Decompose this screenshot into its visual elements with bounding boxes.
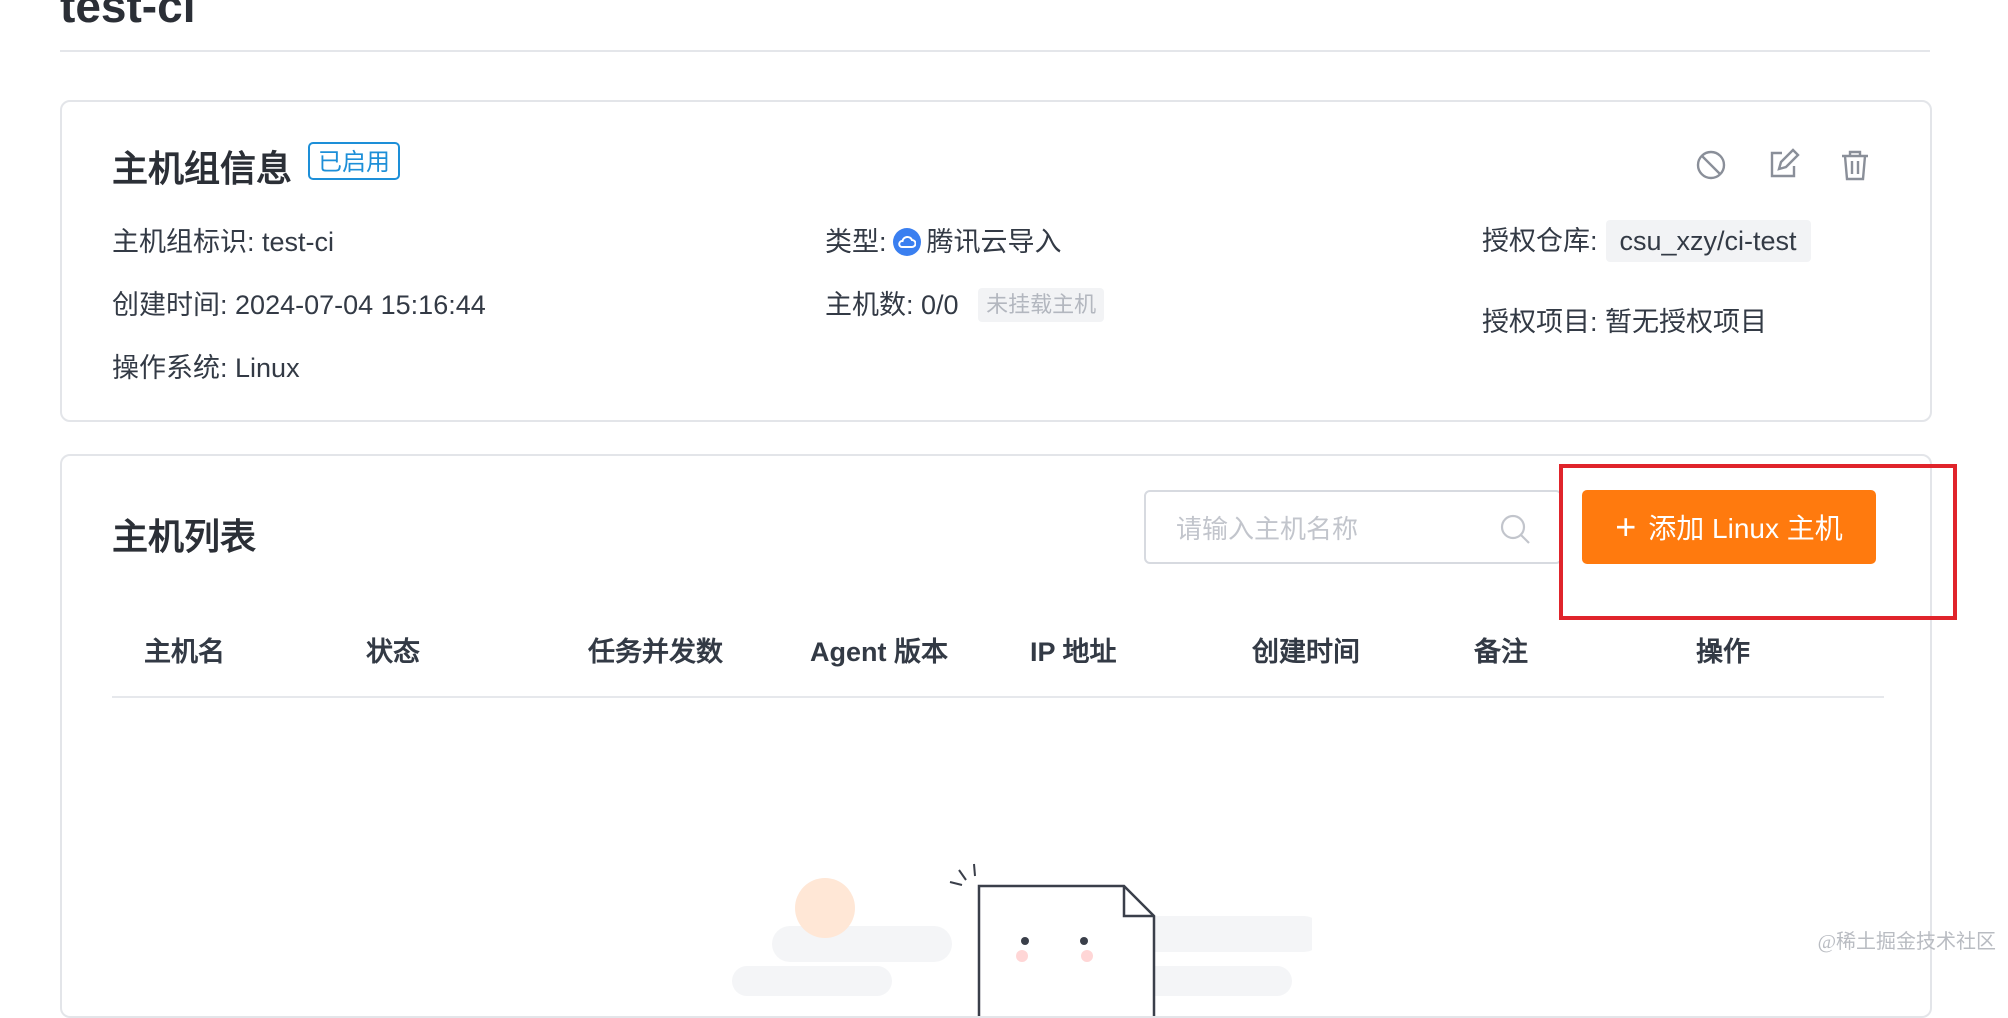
host-count-tag: 未挂载主机 xyxy=(978,288,1105,322)
repo-label: 授权仓库: xyxy=(1482,226,1598,256)
host-group-info-card: 主机组信息 已启用 主机组标识: test-ci 创建时间: 2024-07-0… xyxy=(60,100,1932,422)
title-divider xyxy=(60,50,1930,52)
info-card-title: 主机组信息 xyxy=(112,148,293,189)
os-field: 操作系统: Linux xyxy=(112,350,300,386)
tencent-cloud-icon xyxy=(892,228,921,256)
group-id-value: test-ci xyxy=(262,227,335,257)
search-input[interactable] xyxy=(1174,506,1498,552)
status-badge: 已启用 xyxy=(308,142,400,180)
highlight-box xyxy=(1559,464,1957,620)
column-header: 备注 xyxy=(1474,637,1528,667)
repo-chip: csu_xzy/ci-test xyxy=(1605,220,1811,262)
column-header: IP 地址 xyxy=(1030,637,1117,667)
host-count-value: 0/0 xyxy=(921,290,959,320)
watermark: @稀土掘金技术社区 xyxy=(1817,931,1996,953)
created-time-value: 2024-07-04 15:16:44 xyxy=(235,290,486,320)
card-actions xyxy=(1694,148,1872,182)
type-field: 类型: 腾讯云导入 xyxy=(825,224,1062,260)
column-header: 主机名 xyxy=(144,637,225,667)
project-field: 授权项目: 暂无授权项目 xyxy=(1482,304,1767,340)
edit-icon[interactable] xyxy=(1766,148,1800,182)
column-header: 状态 xyxy=(366,637,420,667)
empty-state-illustration xyxy=(732,863,1312,1016)
column-header: Agent 版本 xyxy=(810,637,948,667)
column-header: 操作 xyxy=(1696,637,1750,667)
host-count-field: 主机数: 0/0 未挂载主机 xyxy=(825,287,1105,323)
created-time-field: 创建时间: 2024-07-04 15:16:44 xyxy=(112,287,486,323)
disable-icon[interactable] xyxy=(1694,148,1728,182)
group-id-field: 主机组标识: test-ci xyxy=(112,224,334,260)
project-label: 授权项目: xyxy=(1482,307,1598,337)
page-title: test-ci xyxy=(60,0,196,32)
host-count-label: 主机数: xyxy=(825,290,914,320)
column-header: 任务并发数 xyxy=(588,637,723,667)
table-header: 主机名 状态 任务并发数 Agent 版本 IP 地址 创建时间 备注 操作 xyxy=(112,626,1884,698)
delete-icon[interactable] xyxy=(1838,148,1872,182)
search-icon[interactable] xyxy=(1498,512,1532,546)
column-header: 创建时间 xyxy=(1252,637,1360,667)
os-label: 操作系统: xyxy=(112,353,228,383)
type-label: 类型: xyxy=(825,227,887,257)
os-value: Linux xyxy=(235,353,300,383)
group-id-label: 主机组标识: xyxy=(112,227,255,257)
search-box[interactable] xyxy=(1144,490,1562,564)
host-list-title: 主机列表 xyxy=(112,516,257,557)
type-value: 腾讯云导入 xyxy=(926,227,1062,257)
created-time-label: 创建时间: xyxy=(112,290,228,320)
project-value: 暂无授权项目 xyxy=(1605,307,1768,337)
repo-field: 授权仓库: csu_xzy/ci-test xyxy=(1482,220,1811,262)
